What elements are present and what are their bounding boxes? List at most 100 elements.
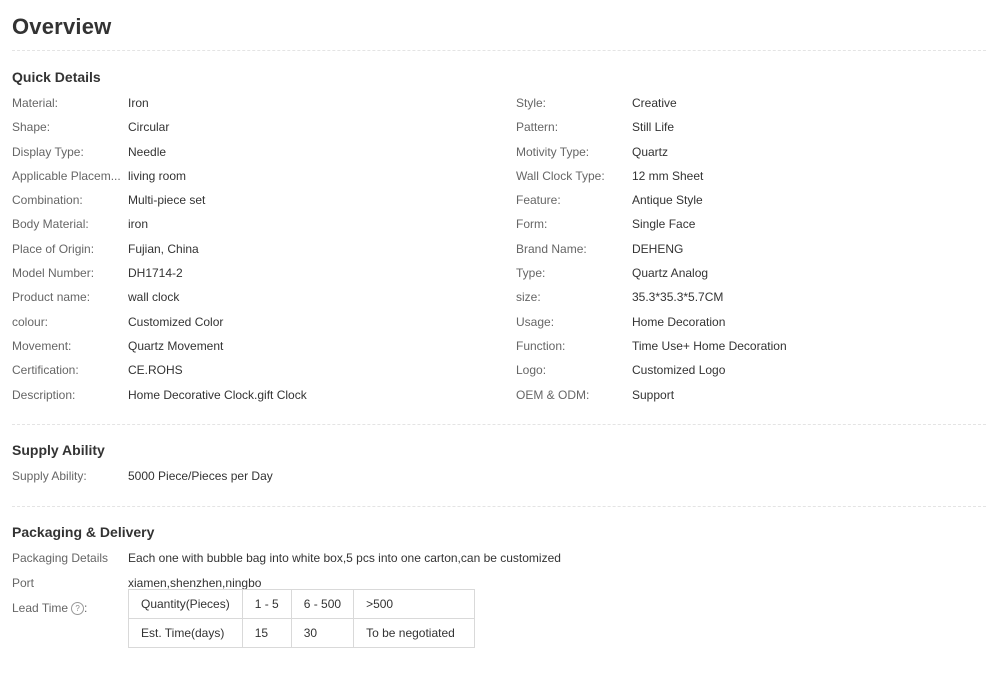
- detail-row: Description: Home Decorative Clock.gift C…: [12, 383, 492, 407]
- detail-value: Customized Color: [128, 314, 224, 329]
- detail-key: colour:: [12, 314, 49, 329]
- detail-row: Material: Iron: [12, 91, 492, 115]
- detail-row: OEM & ODM: Support: [516, 383, 996, 407]
- detail-row: Model Number: DH1714-2: [12, 261, 492, 285]
- divider: [12, 424, 986, 425]
- detail-value: Customized Logo: [632, 363, 726, 378]
- detail-row: Body Material: iron: [12, 212, 492, 236]
- detail-value: Single Face: [632, 217, 696, 232]
- table-cell: Est. Time(days): [128, 618, 243, 648]
- supply-ability-value: 5000 Piece/Pieces per Day: [128, 469, 273, 483]
- detail-row: Logo: Customized Logo: [516, 358, 996, 382]
- detail-value: 12 mm Sheet: [632, 168, 704, 183]
- lead-time-table: Quantity(Pieces) 1 - 5 6 - 500 >500 Est.…: [128, 589, 476, 648]
- table-row: Est. Time(days) 15 30 To be negotiated: [128, 618, 476, 648]
- detail-row: Shape: Circular: [12, 115, 492, 139]
- detail-key: Material:: [12, 96, 59, 110]
- packaging-delivery-title: Packaging & Delivery: [12, 524, 155, 540]
- table-cell: 30: [290, 618, 355, 648]
- detail-key: Shape:: [12, 120, 51, 135]
- detail-value: Fujian, China: [128, 241, 199, 256]
- detail-value: Needle: [128, 144, 167, 159]
- detail-value: CE.ROHS: [128, 363, 183, 378]
- detail-row: Style: Creative: [516, 91, 996, 115]
- detail-value: Support: [632, 387, 675, 402]
- detail-value: DEHENG: [632, 241, 684, 256]
- detail-row: Applicable Placem... living room: [12, 164, 492, 188]
- quick-details-right-column: Style: Creative Pattern: Still Life Motivi…: [516, 91, 996, 407]
- detail-key: Product name:: [12, 290, 91, 305]
- detail-key: Certification:: [12, 363, 79, 378]
- detail-key: Logo:: [516, 363, 547, 378]
- table-row: Quantity(Pieces) 1 - 5 6 - 500 >500: [128, 589, 476, 619]
- detail-row: Certification: CE.ROHS: [12, 358, 492, 382]
- detail-value: iron: [128, 217, 149, 232]
- detail-value: living room: [128, 168, 187, 183]
- detail-row: size: 35.3*35.3*5.7CM: [516, 285, 996, 309]
- detail-value: Still Life: [632, 120, 675, 135]
- detail-row: Feature: Antique Style: [516, 188, 996, 212]
- table-cell: >500: [353, 589, 476, 619]
- supply-ability-row: Supply Ability: 5000 Piece/Pieces per Da…: [12, 464, 986, 488]
- detail-key: Feature:: [516, 193, 561, 208]
- divider: [12, 506, 986, 507]
- detail-key: Type:: [516, 266, 546, 281]
- detail-key: Motivity Type:: [516, 144, 590, 159]
- detail-row: Combination: Multi-piece set: [12, 188, 492, 212]
- detail-key: Form:: [516, 217, 548, 232]
- detail-value: Quartz Analog: [632, 266, 709, 281]
- detail-value: Iron: [128, 96, 149, 110]
- detail-value: Circular: [128, 120, 170, 135]
- detail-value: Quartz: [632, 144, 669, 159]
- detail-key: Function:: [516, 338, 566, 353]
- detail-key: Pattern:: [516, 120, 559, 135]
- supply-ability-key: Supply Ability:: [12, 469, 87, 483]
- quick-details-grid: Material: Iron Shape: Circular Display Typ…: [12, 91, 986, 408]
- port-key: Port: [12, 576, 35, 590]
- quick-details-left-column: Material: Iron Shape: Circular Display Typ…: [12, 91, 492, 407]
- table-cell: 6 - 500: [290, 589, 355, 619]
- page-title: Overview: [12, 14, 112, 39]
- detail-row: Place of Origin: Fujian, China: [12, 237, 492, 261]
- detail-key: size:: [516, 290, 541, 305]
- detail-value: DH1714-2: [128, 266, 183, 281]
- lead-time-key: Lead Time: [12, 601, 69, 615]
- detail-value: Time Use+ Home Decoration: [632, 338, 787, 353]
- detail-key: OEM & ODM:: [516, 387, 590, 402]
- detail-row: Wall Clock Type: 12 mm Sheet: [516, 164, 996, 188]
- detail-row: Type: Quartz Analog: [516, 261, 996, 285]
- supply-ability-title: Supply Ability: [12, 442, 105, 458]
- detail-row: Product name: wall clock: [12, 285, 492, 309]
- packaging-details-row: Packaging Details Each one with bubble b…: [12, 546, 986, 570]
- detail-row: Display Type: Needle: [12, 140, 492, 164]
- detail-value: Creative: [632, 96, 677, 110]
- packaging-details-key: Packaging Details: [12, 551, 109, 565]
- detail-row: Usage: Home Decoration: [516, 310, 996, 334]
- detail-key: Brand Name:: [516, 241, 587, 256]
- detail-value: Home Decorative Clock.gift Clock: [128, 387, 307, 402]
- detail-row: Movement: Quartz Movement: [12, 334, 492, 358]
- overview-page: Overview Quick Details Material: Iron Sha…: [12, 0, 986, 658]
- detail-row: Pattern: Still Life: [516, 115, 996, 139]
- detail-value: Multi-piece set: [128, 193, 206, 208]
- detail-key: Place of Origin:: [12, 241, 95, 256]
- detail-value: Home Decoration: [632, 314, 726, 329]
- detail-key: Display Type:: [12, 144, 84, 159]
- detail-value: 35.3*35.3*5.7CM: [632, 290, 724, 305]
- table-cell: 1 - 5: [241, 589, 292, 619]
- detail-key: Usage:: [516, 314, 555, 329]
- detail-key: Combination:: [12, 193, 83, 208]
- table-cell: To be negotiated: [353, 618, 476, 648]
- packaging-details-value: Each one with bubble bag into white box,…: [128, 551, 561, 565]
- help-icon[interactable]: ?: [71, 602, 85, 615]
- detail-value: Quartz Movement: [128, 338, 224, 353]
- detail-key: Movement:: [12, 338, 72, 353]
- detail-key: Model Number:: [12, 266, 95, 281]
- detail-key: Body Material:: [12, 217, 89, 232]
- detail-row: Brand Name: DEHENG: [516, 237, 996, 261]
- detail-key: Style:: [516, 96, 547, 110]
- detail-row: Form: Single Face: [516, 212, 996, 236]
- quick-details-title: Quick Details: [12, 69, 101, 85]
- detail-key: Description:: [12, 387, 76, 402]
- lead-time-colon: :: [84, 601, 88, 615]
